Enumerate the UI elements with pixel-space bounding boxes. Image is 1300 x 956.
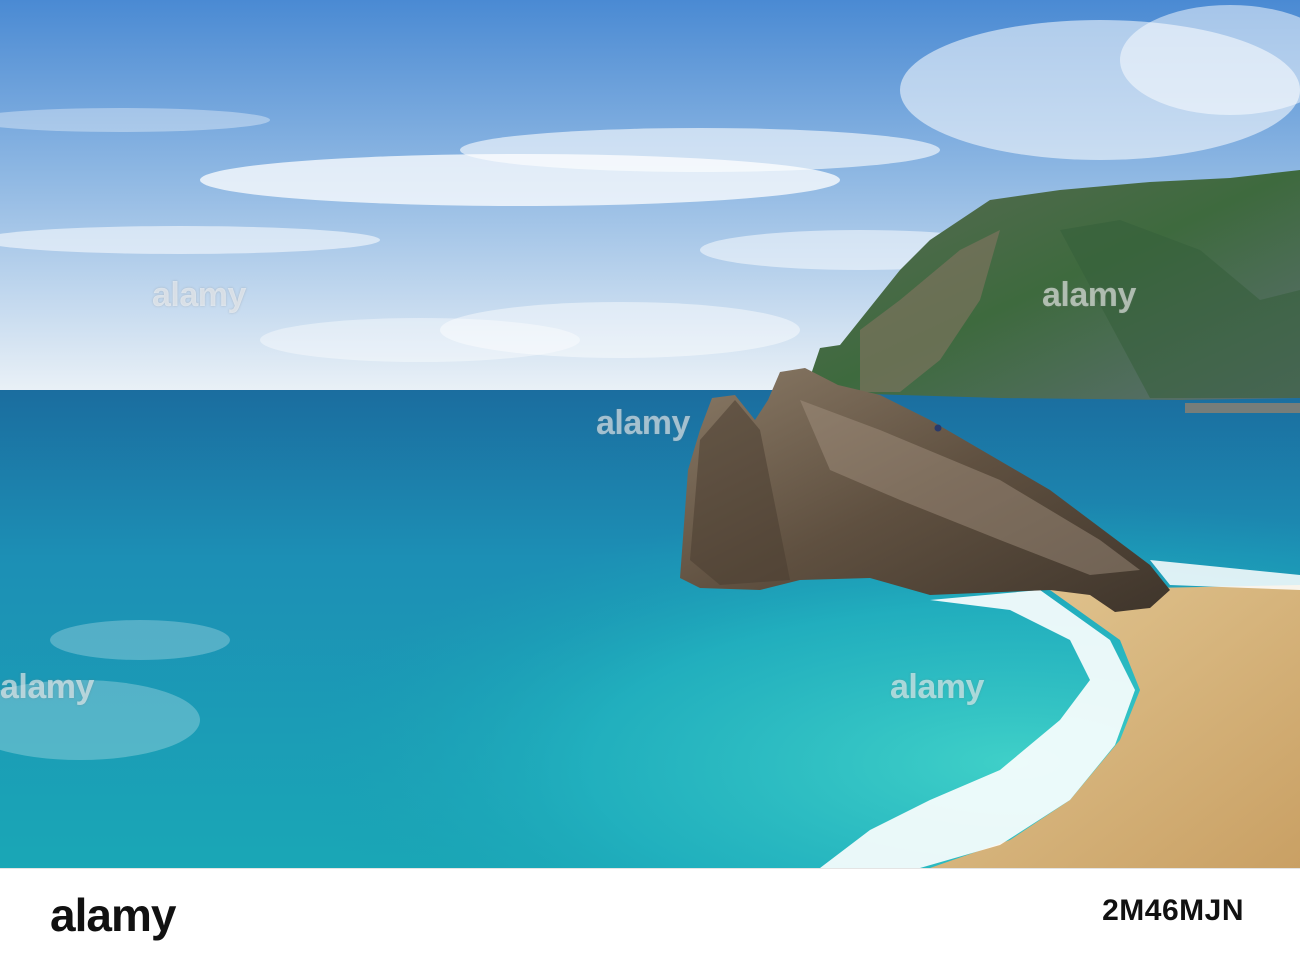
image-id: 2M46MJN — [1102, 894, 1244, 927]
beach-photo: alamy alamy alamy alamy alamy — [0, 0, 1300, 868]
footer-divider — [0, 868, 1300, 869]
footer-bar: alamy 2M46MJN — [0, 868, 1300, 956]
alamy-logo[interactable]: alamy — [50, 888, 176, 942]
scene-illustration — [0, 0, 1300, 868]
